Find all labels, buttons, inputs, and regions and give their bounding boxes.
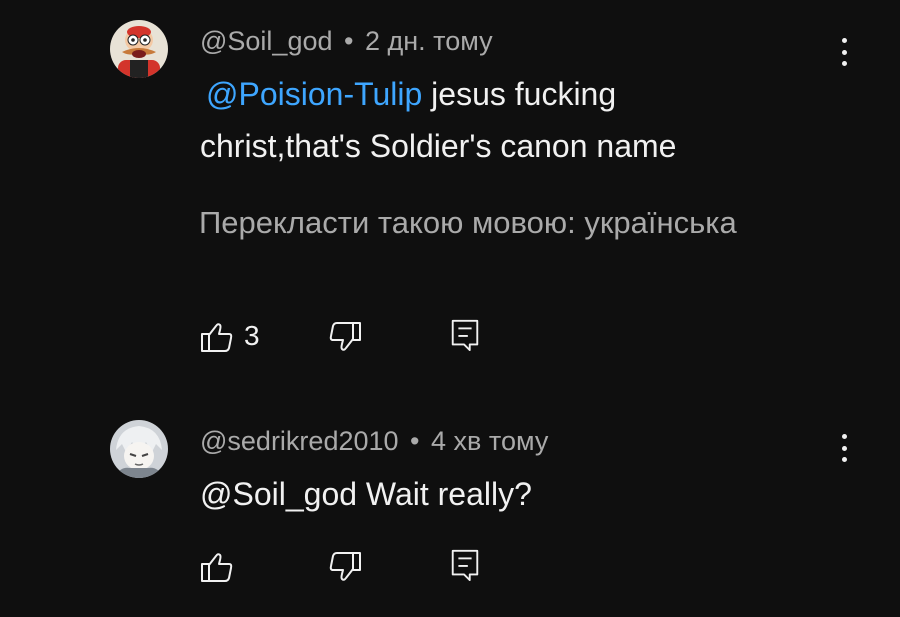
cartoon-character-avatar-icon	[110, 20, 168, 78]
thumbs-down-icon[interactable]	[328, 320, 362, 354]
like-count: 3	[244, 320, 260, 351]
avatar[interactable]	[110, 20, 168, 78]
meta-separator: •	[344, 26, 354, 56]
comment-text: @Poision-Tulip jesus fucking christ,that…	[200, 68, 760, 172]
comment-meta: @sedrikred2010 • 4 хв тому	[200, 426, 548, 457]
thumbs-up-icon[interactable]	[200, 550, 234, 584]
reply-icon[interactable]	[448, 318, 482, 352]
avatar[interactable]	[110, 420, 168, 478]
comment-text: @Soil_god Wait really?	[200, 476, 532, 512]
reply-icon[interactable]	[448, 548, 482, 582]
more-vert-icon[interactable]	[834, 38, 854, 66]
thumbs-down-icon[interactable]	[328, 550, 362, 584]
more-vert-icon[interactable]	[834, 434, 854, 462]
comment-2: @sedrikred2010 • 4 хв тому @Soil_god Wai…	[0, 400, 900, 617]
comment-1: @Soil_god • 2 дн. тому @Poision-Tulip je…	[0, 0, 900, 380]
comment-meta: @Soil_god • 2 дн. тому	[200, 26, 493, 57]
anime-character-avatar-icon	[110, 420, 168, 478]
meta-separator: •	[410, 426, 420, 456]
translate-link[interactable]: Перекласти такою мовою: українська	[199, 205, 737, 241]
thumbs-up-icon[interactable]	[200, 320, 234, 354]
comment-time: 4 хв тому	[431, 426, 549, 456]
author-name[interactable]: @Soil_god	[200, 26, 333, 56]
mention-link[interactable]: @Poision-Tulip	[206, 76, 422, 112]
comment-time: 2 дн. тому	[364, 26, 493, 56]
author-name[interactable]: @sedrikred2010	[200, 426, 399, 456]
